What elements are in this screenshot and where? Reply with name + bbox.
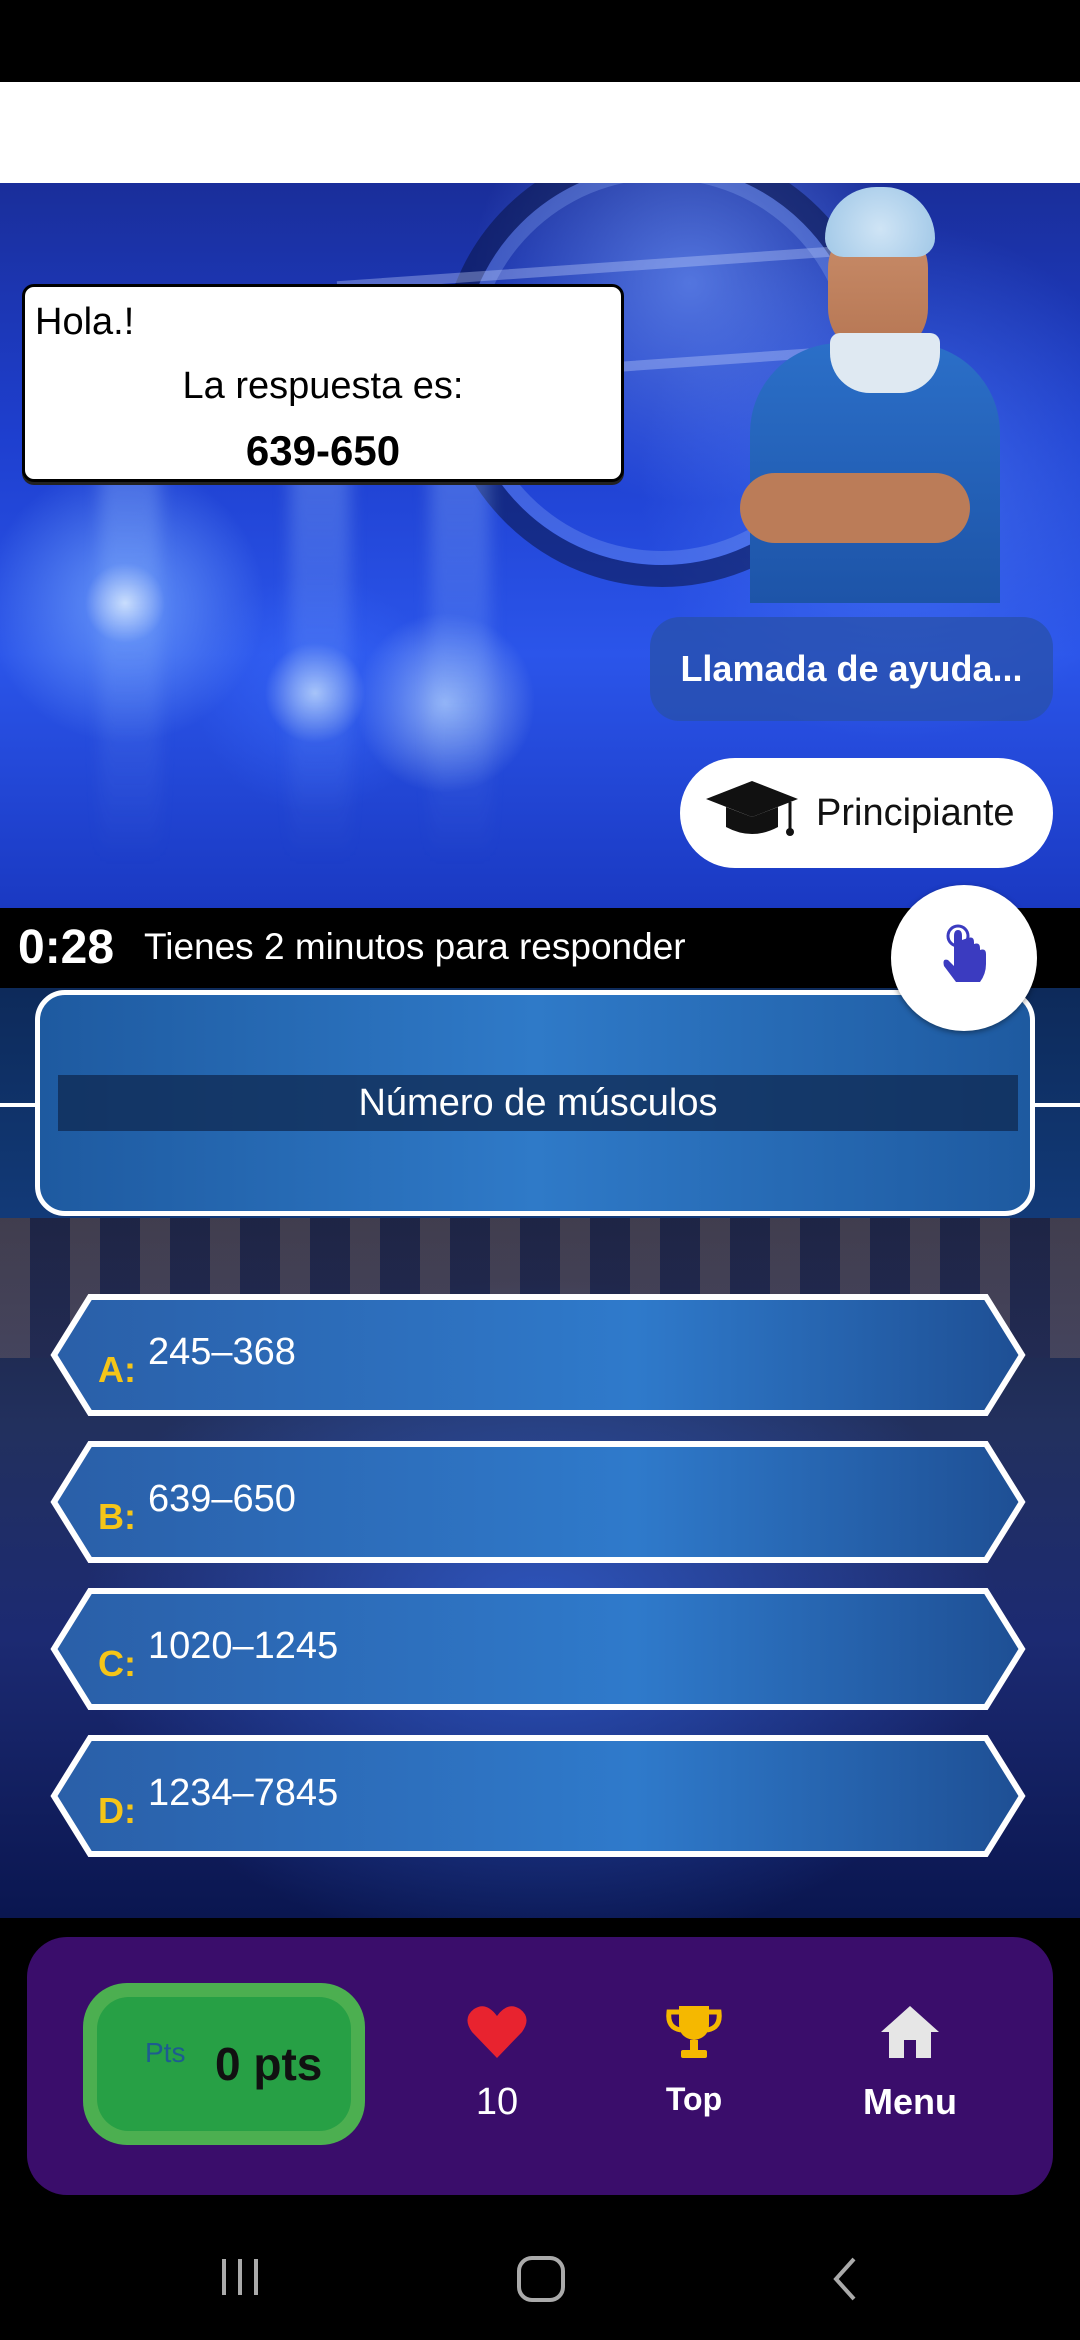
timer-message: Tienes 2 minutos para responder [144, 926, 686, 967]
help-call-button[interactable]: Llamada de ayuda... [650, 617, 1053, 721]
speech-prompt: La respuesta es: [182, 365, 464, 407]
answer-option-a[interactable]: A: 245–368 [50, 1293, 1026, 1417]
helper-speech-bubble: Hola.! La respuesta es: 639-650 [22, 284, 624, 482]
answer-letter: D: [98, 1790, 136, 1831]
answer-text: 1234–7845 [148, 1772, 339, 1814]
trophy-icon [624, 1997, 764, 2067]
heart-icon [427, 1997, 567, 2067]
question-line-right [1035, 1103, 1080, 1107]
back-icon[interactable] [828, 2255, 862, 2308]
menu-item[interactable]: Menu [840, 1997, 980, 2123]
hand-pointer-icon [934, 924, 994, 993]
doctor-helper-image [730, 183, 1000, 603]
home-icon [840, 1997, 980, 2067]
top-ranking-item[interactable]: Top [624, 1997, 764, 2118]
answer-option-b[interactable]: B: 639–650 [50, 1440, 1026, 1564]
level-button[interactable]: Principiante [680, 758, 1053, 868]
answer-letter: A: [98, 1349, 136, 1390]
question-line-left [0, 1103, 40, 1107]
home-button-icon[interactable] [516, 2255, 566, 2308]
answer-text: 1020–1245 [148, 1625, 339, 1667]
answer-text: 639–650 [148, 1478, 296, 1520]
lives-item[interactable]: 10 [427, 1997, 567, 2124]
recent-apps-icon[interactable] [218, 2255, 262, 2304]
status-bar [0, 0, 1080, 82]
points-small-label: Pts [145, 2037, 186, 2068]
points-button[interactable]: Pts 0 pts [83, 1983, 365, 2145]
speech-answer: 639-650 [245, 427, 401, 474]
tap-hint-button[interactable] [891, 885, 1037, 1031]
lives-count: 10 [475, 2081, 519, 2123]
menu-label: Menu [863, 2081, 957, 2122]
answer-option-c[interactable]: C: 1020–1245 [50, 1587, 1026, 1711]
points-value: 0 pts [215, 2038, 323, 2090]
graduation-cap-icon [704, 775, 800, 852]
ad-banner-area [0, 82, 1080, 183]
answer-option-d[interactable]: D: 1234–7845 [50, 1734, 1026, 1858]
top-label: Top [665, 2081, 723, 2117]
answer-letter: B: [98, 1496, 136, 1537]
question-text: Número de músculos [358, 1081, 718, 1124]
countdown-timer: 0:28 [18, 921, 115, 974]
question-area: Número de músculos [0, 988, 1080, 1218]
bottom-nav-panel: Pts 0 pts 10 Top Menu [27, 1937, 1053, 2195]
android-navigation-bar [0, 2210, 1080, 2340]
speech-greeting: Hola.! [35, 301, 135, 343]
answer-text: 245–368 [148, 1331, 296, 1373]
answer-letter: C: [98, 1643, 136, 1684]
question-box: Número de músculos [35, 990, 1035, 1216]
level-label: Principiante [816, 791, 1015, 834]
